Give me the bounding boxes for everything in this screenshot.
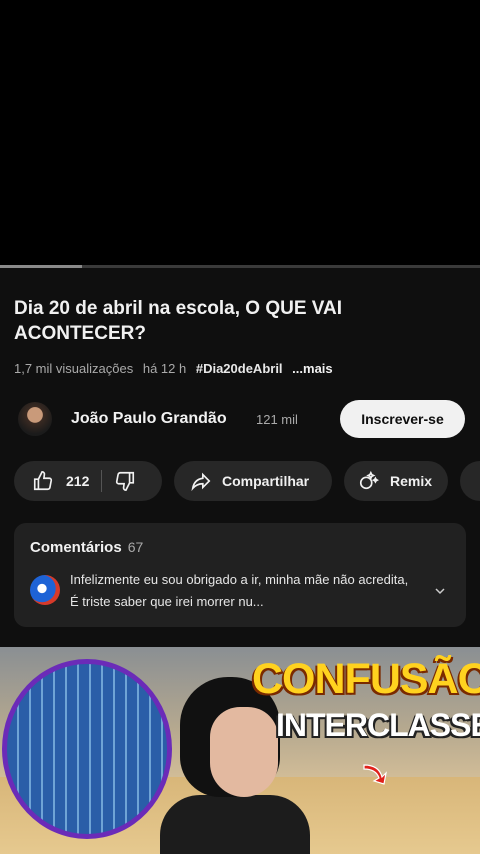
next-video-thumbnail[interactable]: CONFUSÃO INTERCLASSE bbox=[0, 647, 480, 854]
thumbs-down-icon bbox=[116, 471, 135, 491]
view-count: 1,7 mil visualizações bbox=[14, 361, 134, 376]
like-dislike-pill: 212 bbox=[14, 461, 162, 501]
hashtag-link[interactable]: #Dia20deAbril bbox=[196, 361, 283, 376]
more-actions-button[interactable] bbox=[460, 461, 480, 501]
remix-icon bbox=[359, 470, 379, 490]
more-link[interactable]: ...mais bbox=[292, 361, 332, 376]
comments-count: 67 bbox=[127, 539, 144, 555]
action-bar: 212 Compartilhar Remix bbox=[14, 461, 480, 503]
channel-row[interactable]: João Paulo Grandão 121 mil Inscrever-se bbox=[14, 398, 466, 442]
subscribe-button[interactable]: Inscrever-se bbox=[340, 400, 465, 438]
video-title: Dia 20 de abril na escola, O QUE VAI ACO… bbox=[14, 298, 343, 344]
thumbnail-headline-2: INTERCLASSE bbox=[276, 707, 480, 743]
thumbs-up-icon bbox=[33, 471, 53, 491]
share-icon bbox=[191, 472, 211, 492]
dislike-button[interactable] bbox=[114, 470, 136, 492]
remix-button[interactable]: Remix bbox=[344, 461, 448, 501]
video-player[interactable] bbox=[0, 0, 480, 266]
arrow-icon bbox=[363, 764, 387, 785]
channel-avatar[interactable] bbox=[18, 402, 52, 436]
channel-name[interactable]: João Paulo Grandão bbox=[71, 410, 227, 428]
upload-age: há 12 h bbox=[142, 361, 187, 376]
like-button[interactable]: 212 bbox=[14, 470, 89, 492]
share-label: Compartilhar bbox=[222, 473, 310, 489]
like-count: 212 bbox=[66, 473, 90, 489]
commenter-avatar bbox=[30, 575, 60, 605]
thumbnail-person-face bbox=[210, 707, 278, 797]
comments-title: Comentários bbox=[30, 539, 122, 556]
subscriber-count: 121 mil bbox=[256, 412, 298, 427]
thumbnail-inset-circle bbox=[2, 659, 172, 839]
comments-panel[interactable]: Comentários 67 Infelizmente eu sou obriga… bbox=[14, 523, 466, 627]
thumbnail-person-body bbox=[160, 795, 310, 854]
remix-label: Remix bbox=[390, 473, 433, 489]
comments-heading: Comentários 67 bbox=[30, 539, 143, 556]
video-progress-bar[interactable] bbox=[0, 265, 480, 268]
thumbnail-headline-1: CONFUSÃO bbox=[252, 655, 480, 703]
chevron-down-icon[interactable] bbox=[432, 583, 448, 599]
share-button[interactable]: Compartilhar bbox=[174, 461, 332, 501]
top-comment-text: Infelizmente eu sou obrigado a ir, minha… bbox=[70, 572, 409, 609]
video-meta[interactable]: 1,7 mil visualizações há 12 h #Dia20deAb… bbox=[14, 361, 339, 376]
video-progress-fill bbox=[0, 265, 82, 268]
like-divider bbox=[101, 470, 103, 492]
